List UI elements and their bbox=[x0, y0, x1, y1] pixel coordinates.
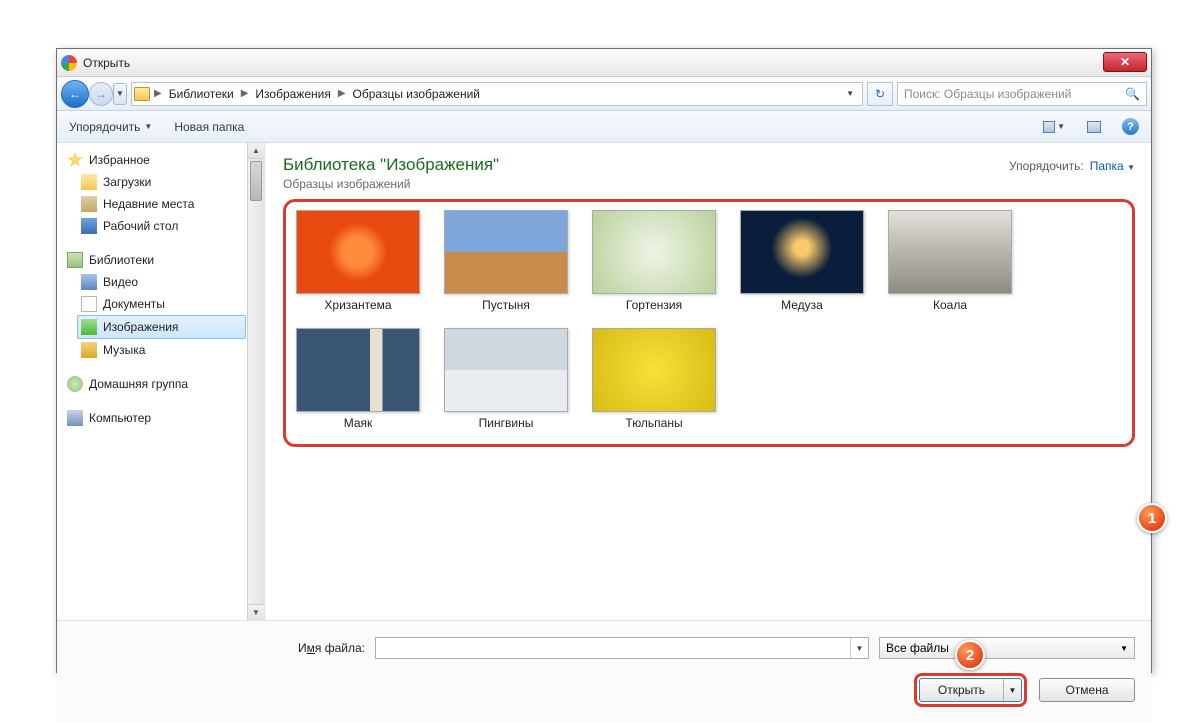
refresh-button[interactable]: ↻ bbox=[867, 82, 893, 106]
chevron-down-icon: ▼ bbox=[144, 122, 152, 131]
annotation-marker-1: 1 bbox=[1137, 503, 1167, 533]
file-lighthouse[interactable]: Маяк bbox=[294, 328, 422, 430]
desktop-icon bbox=[81, 218, 97, 234]
titlebar: Открыть ✕ bbox=[57, 49, 1151, 77]
music-icon bbox=[81, 342, 97, 358]
file-desert[interactable]: Пустыня bbox=[442, 210, 570, 312]
search-input[interactable]: Поиск: Образцы изображений 🔍 bbox=[897, 82, 1147, 106]
view-mode-button[interactable]: ▼ bbox=[1042, 116, 1066, 138]
help-button[interactable]: ? bbox=[1122, 118, 1139, 135]
close-button[interactable]: ✕ bbox=[1103, 52, 1147, 72]
filename-drop[interactable]: ▼ bbox=[850, 638, 868, 658]
filetype-select[interactable]: Все файлы ▼ bbox=[879, 637, 1135, 659]
thumbnail-image bbox=[296, 328, 420, 412]
homegroup-icon bbox=[67, 376, 83, 392]
arrow-right-icon: → bbox=[95, 87, 107, 101]
window-title: Открыть bbox=[83, 56, 130, 70]
scroll-up-icon[interactable]: ▲ bbox=[248, 143, 264, 159]
sort-label: Упорядочить: bbox=[1009, 159, 1084, 173]
arrow-left-icon: ← bbox=[69, 87, 81, 101]
scroll-thumb[interactable] bbox=[250, 161, 262, 201]
breadcrumb-images[interactable]: Изображения bbox=[252, 85, 333, 103]
sidebar-desktop[interactable]: Рабочий стол bbox=[57, 215, 264, 237]
file-jellyfish[interactable]: Медуза bbox=[738, 210, 866, 312]
chevron-right-icon: ▶ bbox=[154, 88, 162, 99]
chevron-down-icon: ▼ bbox=[1120, 644, 1128, 653]
content-pane: Библиотека "Изображения" Образцы изображ… bbox=[265, 143, 1151, 620]
library-subtitle: Образцы изображений bbox=[283, 177, 499, 191]
sidebar-recent[interactable]: Недавние места bbox=[57, 193, 264, 215]
sidebar-scrollbar[interactable]: ▲ ▼ bbox=[247, 143, 264, 620]
open-button[interactable]: Открыть ▼ bbox=[919, 678, 1022, 702]
open-file-dialog: Открыть ✕ ← → ▼ ▶ Библиотеки ▶ Изображен… bbox=[56, 48, 1152, 673]
thumbnail-image bbox=[888, 210, 1012, 294]
chevron-right-icon: ▶ bbox=[338, 88, 346, 99]
thumbnail-grid: Хризантема Пустыня Гортензия Медуза bbox=[294, 210, 1124, 430]
sidebar-video[interactable]: Видео bbox=[57, 271, 264, 293]
thumbnail-image bbox=[444, 210, 568, 294]
breadcrumb-libraries[interactable]: Библиотеки bbox=[166, 85, 237, 103]
sidebar-music[interactable]: Музыка bbox=[57, 339, 264, 361]
address-drop-icon[interactable]: ▼ bbox=[840, 89, 860, 98]
images-icon bbox=[81, 319, 97, 335]
sidebar-homegroup[interactable]: Домашняя группа bbox=[57, 373, 264, 395]
sidebar-favorites[interactable]: Избранное bbox=[57, 149, 264, 171]
chrome-icon bbox=[61, 55, 77, 71]
sidebar-images[interactable]: Изображения bbox=[77, 315, 246, 339]
sidebar-downloads[interactable]: Загрузки bbox=[57, 171, 264, 193]
chevron-down-icon: ▼ bbox=[1127, 163, 1135, 172]
file-tulips[interactable]: Тюльпаны bbox=[590, 328, 718, 430]
thumbnail-image bbox=[740, 210, 864, 294]
chevron-right-icon: ▶ bbox=[241, 88, 249, 99]
file-hydrangea[interactable]: Гортензия bbox=[590, 210, 718, 312]
library-icon bbox=[67, 252, 83, 268]
annotation-marker-2: 2 bbox=[955, 640, 985, 670]
gallery-highlight: Хризантема Пустыня Гортензия Медуза bbox=[283, 199, 1135, 447]
file-chrysanthemum[interactable]: Хризантема bbox=[294, 210, 422, 312]
thumbnail-image bbox=[592, 210, 716, 294]
documents-icon bbox=[81, 296, 97, 312]
folder-icon bbox=[134, 87, 150, 101]
search-icon: 🔍 bbox=[1125, 87, 1140, 101]
nav-forward-button[interactable]: → bbox=[89, 82, 113, 106]
refresh-icon: ↻ bbox=[875, 87, 885, 101]
filename-label: Имя файла: bbox=[73, 641, 365, 655]
sidebar-libraries[interactable]: Библиотеки bbox=[57, 249, 264, 271]
preview-pane-button[interactable] bbox=[1082, 116, 1106, 138]
open-button-highlight: Открыть ▼ bbox=[914, 673, 1027, 707]
nav-back-button[interactable]: ← bbox=[61, 80, 89, 108]
sidebar-computer[interactable]: Компьютер bbox=[57, 407, 264, 429]
file-koala[interactable]: Коала bbox=[886, 210, 1014, 312]
filename-input[interactable]: ▼ bbox=[375, 637, 869, 659]
sidebar: Избранное Загрузки Недавние места Рабочи… bbox=[57, 143, 265, 620]
recent-icon bbox=[81, 196, 97, 212]
search-placeholder: Поиск: Образцы изображений bbox=[904, 87, 1071, 101]
chevron-down-icon: ▼ bbox=[1057, 122, 1065, 131]
thumbnail-image bbox=[296, 210, 420, 294]
dialog-footer: Имя файла: ▼ Все файлы ▼ Открыть ▼ Отмен… bbox=[57, 620, 1151, 723]
breadcrumb-samples[interactable]: Образцы изображений bbox=[350, 85, 483, 103]
thumbnail-image bbox=[444, 328, 568, 412]
library-title: Библиотека "Изображения" bbox=[283, 155, 499, 175]
navigation-bar: ← → ▼ ▶ Библиотеки ▶ Изображения ▶ Образ… bbox=[57, 77, 1151, 111]
thumbnail-image bbox=[592, 328, 716, 412]
organize-menu[interactable]: Упорядочить ▼ bbox=[69, 120, 152, 134]
nav-history-drop[interactable]: ▼ bbox=[113, 83, 127, 105]
new-folder-button[interactable]: Новая папка bbox=[174, 120, 244, 134]
close-icon: ✕ bbox=[1120, 55, 1130, 69]
sort-value-link[interactable]: Папка ▼ bbox=[1090, 159, 1135, 173]
view-icon bbox=[1043, 121, 1055, 133]
scroll-down-icon[interactable]: ▼ bbox=[248, 604, 264, 620]
computer-icon bbox=[67, 410, 83, 426]
pane-icon bbox=[1087, 121, 1101, 133]
cancel-button[interactable]: Отмена bbox=[1039, 678, 1135, 702]
downloads-icon bbox=[81, 174, 97, 190]
sidebar-documents[interactable]: Документы bbox=[57, 293, 264, 315]
video-icon bbox=[81, 274, 97, 290]
star-icon bbox=[67, 152, 83, 168]
open-split-drop[interactable]: ▼ bbox=[1003, 679, 1021, 701]
address-bar[interactable]: ▶ Библиотеки ▶ Изображения ▶ Образцы изо… bbox=[131, 82, 863, 106]
toolbar: Упорядочить ▼ Новая папка ▼ ? bbox=[57, 111, 1151, 143]
file-penguins[interactable]: Пингвины bbox=[442, 328, 570, 430]
